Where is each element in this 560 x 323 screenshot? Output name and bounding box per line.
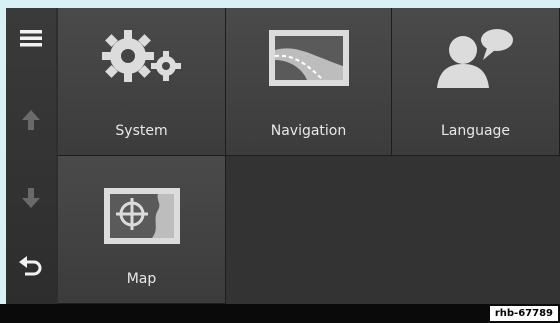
navigation-label: Navigation bbox=[270, 123, 347, 139]
system-tile[interactable]: System bbox=[58, 8, 226, 156]
road-icon bbox=[268, 30, 349, 86]
map-label: Map bbox=[126, 271, 157, 287]
language-tile[interactable]: Language bbox=[392, 8, 560, 156]
menu-button[interactable] bbox=[6, 8, 56, 68]
person-speech-icon bbox=[436, 29, 513, 88]
gears-icon bbox=[101, 30, 181, 82]
back-icon bbox=[19, 256, 42, 276]
map-target-icon bbox=[103, 188, 180, 244]
arrow-down-icon bbox=[22, 188, 40, 208]
empty-grid-area bbox=[226, 156, 560, 304]
scroll-down-button[interactable] bbox=[6, 168, 56, 228]
arrow-up-icon bbox=[22, 110, 40, 130]
reference-code: rhb-67789 bbox=[489, 306, 558, 321]
back-button[interactable] bbox=[6, 236, 56, 296]
language-label: Language bbox=[440, 123, 511, 139]
navigation-tile[interactable]: Navigation bbox=[226, 8, 392, 156]
device-screen: System Navigation Language Map bbox=[6, 8, 560, 304]
menu-icon bbox=[20, 30, 42, 47]
system-label: System bbox=[115, 123, 168, 139]
scroll-up-button[interactable] bbox=[6, 90, 56, 150]
sidebar bbox=[6, 8, 56, 304]
figure-footer: rhb-67789 bbox=[0, 304, 560, 323]
map-tile[interactable]: Map bbox=[58, 156, 226, 304]
